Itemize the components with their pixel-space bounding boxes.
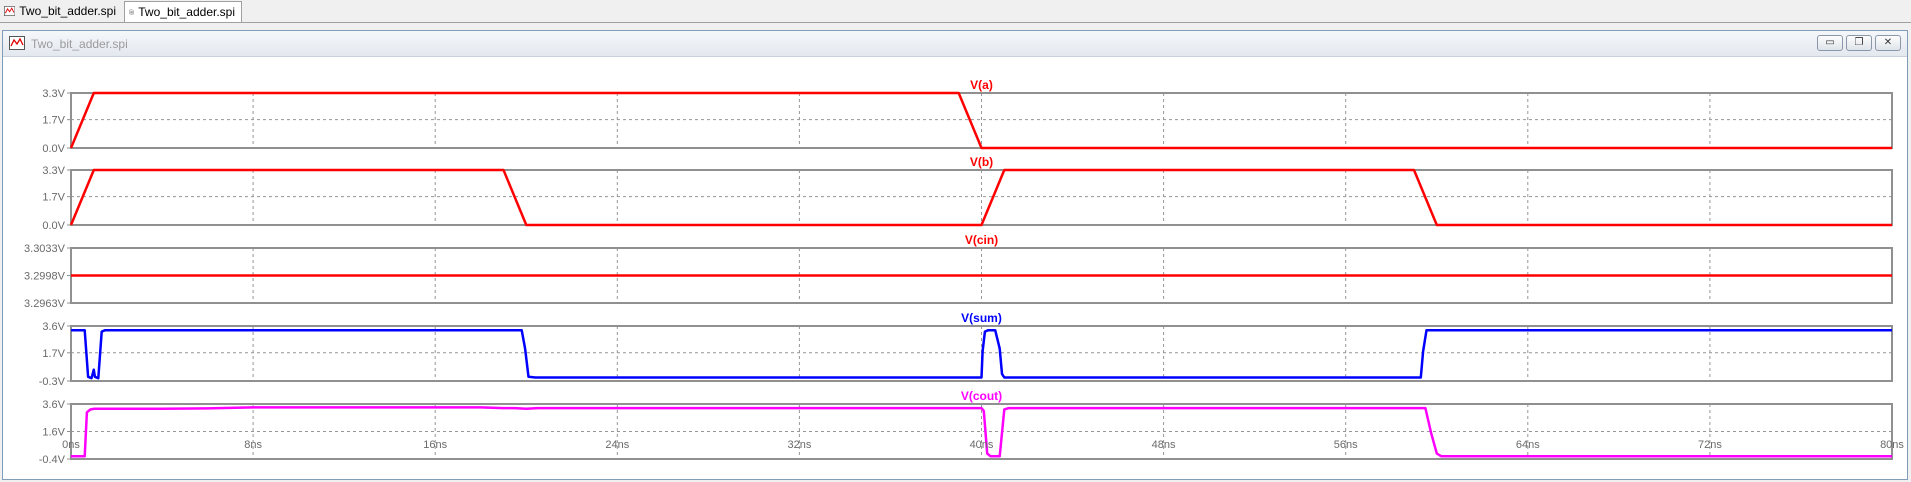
- waveform-icon: [9, 36, 25, 50]
- trace-label: V(cout): [961, 389, 1002, 403]
- x-tick-label: 24ns: [605, 439, 629, 451]
- pane-0: 3.3V 1.7V 0.0V V(a): [42, 78, 1893, 155]
- y-tick-label: 3.2998V: [24, 271, 66, 283]
- pane-3: 3.6V 1.7V -0.3V V(sum): [39, 311, 1893, 388]
- x-tick-label: 80ns: [1880, 439, 1904, 451]
- netlist-document-icon: [129, 9, 134, 15]
- pane-2: 3.3033V 3.2998V 3.2963V V(cin): [24, 233, 1893, 310]
- y-tick-label: 0.0V: [42, 220, 65, 232]
- minimize-button[interactable]: ▭: [1817, 35, 1843, 51]
- y-tick-label: 3.2963V: [24, 298, 66, 310]
- x-tick-label: 48ns: [1152, 439, 1176, 451]
- y-tick-label: 3.3V: [42, 88, 65, 100]
- trace-label: V(b): [970, 155, 993, 169]
- trace-label: V(cin): [965, 233, 998, 247]
- trace-line: [71, 328, 1892, 380]
- x-tick-label: 64ns: [1516, 439, 1540, 451]
- trace-label: V(a): [970, 78, 993, 92]
- y-tick-label: 0.0V: [42, 143, 65, 155]
- tab-label: Two_bit_adder.spi: [138, 5, 235, 19]
- restore-button[interactable]: ❐: [1846, 35, 1872, 51]
- x-tick-label: 8ns: [244, 439, 262, 451]
- y-tick-label: 1.7V: [42, 115, 65, 127]
- y-tick-label: 1.6V: [42, 427, 65, 439]
- pane-4: 3.6V 1.6V -0.4V V(cout): [39, 389, 1893, 466]
- tab-label: Two_bit_adder.spi: [19, 4, 116, 18]
- waveform-icon: [4, 6, 16, 16]
- x-tick-label: 72ns: [1698, 439, 1722, 451]
- y-tick-label: 3.6V: [42, 399, 65, 411]
- tab-netlist[interactable]: Two_bit_adder.spi: [124, 1, 242, 22]
- x-tick-label: 16ns: [423, 439, 447, 451]
- close-button[interactable]: ✕: [1875, 35, 1901, 51]
- y-tick-label: 1.7V: [42, 348, 65, 360]
- y-tick-label: 1.7V: [42, 192, 65, 204]
- y-tick-label: 3.3033V: [24, 243, 66, 255]
- y-tick-label: 3.3V: [42, 165, 65, 177]
- x-tick-label: 32ns: [787, 439, 811, 451]
- x-axis: 0ns 8ns 16ns 24ns 32ns 40ns 48ns 56ns 64ns 72ns 80…: [62, 439, 1904, 451]
- y-tick-label: -0.4V: [39, 454, 66, 466]
- x-tick-label: 0ns: [62, 439, 80, 451]
- trace-label: V(sum): [961, 311, 1002, 325]
- pane-1: 3.3V 1.7V 0.0V V(b): [42, 155, 1893, 232]
- window-title: Two_bit_adder.spi: [31, 37, 128, 51]
- document-tab-bar: Two_bit_adder.spi Two_bit_adder.spi: [0, 0, 1911, 23]
- tab-waveform[interactable]: Two_bit_adder.spi: [0, 1, 122, 21]
- y-tick-label: -0.3V: [39, 376, 66, 388]
- y-tick-label: 3.6V: [42, 321, 65, 333]
- waveform-plot[interactable]: 3.3V1.7V0.0VV(a)3.3V1.7V0.0VV(b)3.3033V3…: [3, 63, 1905, 477]
- window-titlebar[interactable]: Two_bit_adder.spi ▭ ❐ ✕: [3, 31, 1907, 57]
- x-tick-label: 40ns: [970, 439, 994, 451]
- x-tick-label: 56ns: [1334, 439, 1358, 451]
- waveform-window: Two_bit_adder.spi ▭ ❐ ✕ 3.3V 1.7V 0.0V V(a)…: [2, 30, 1908, 480]
